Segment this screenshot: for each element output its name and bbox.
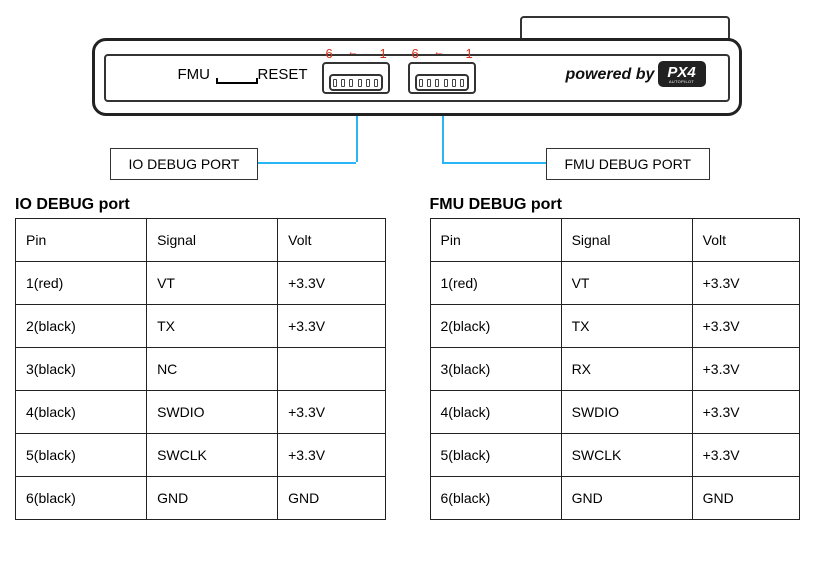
- cell-pin: 6(black): [430, 477, 561, 520]
- cell-volt: +3.3V: [278, 262, 385, 305]
- callout-line-fmu-h: [442, 162, 547, 164]
- table-row: 1(red)VT+3.3V: [430, 262, 800, 305]
- cell-pin: 1(red): [430, 262, 561, 305]
- cell-signal: SWDIO: [561, 391, 692, 434]
- table-row: 6(black)GNDGND: [16, 477, 386, 520]
- cell-volt: +3.3V: [692, 348, 799, 391]
- cell-volt: +3.3V: [692, 262, 799, 305]
- cell-volt: +3.3V: [692, 305, 799, 348]
- cell-pin: 2(black): [16, 305, 147, 348]
- col-pin: Pin: [16, 219, 147, 262]
- conn1-arrow-icon: ←: [348, 46, 359, 58]
- table-row: 5(black)SWCLK+3.3V: [16, 434, 386, 477]
- fmu-debug-table-title: FMU DEBUG port: [430, 196, 801, 214]
- cell-signal: SWCLK: [561, 434, 692, 477]
- cell-signal: GND: [561, 477, 692, 520]
- cell-signal: VT: [147, 262, 278, 305]
- cell-volt: [278, 348, 385, 391]
- cell-signal: TX: [561, 305, 692, 348]
- table-header-row: Pin Signal Volt: [16, 219, 386, 262]
- cell-signal: TX: [147, 305, 278, 348]
- conn2-arrow-icon: ←: [434, 46, 445, 58]
- fmu-debug-table-block: FMU DEBUG port Pin Signal Volt 1(red)VT+…: [430, 196, 801, 520]
- table-row: 3(black)RX+3.3V: [430, 348, 800, 391]
- cell-signal: SWCLK: [147, 434, 278, 477]
- cell-volt: GND: [692, 477, 799, 520]
- col-signal: Signal: [561, 219, 692, 262]
- cell-signal: GND: [147, 477, 278, 520]
- cell-pin: 2(black): [430, 305, 561, 348]
- cell-pin: 6(black): [16, 477, 147, 520]
- cell-signal: NC: [147, 348, 278, 391]
- col-signal: Signal: [147, 219, 278, 262]
- io-debug-table: Pin Signal Volt 1(red)VT+3.3V2(black)TX+…: [15, 218, 386, 520]
- col-pin: Pin: [430, 219, 561, 262]
- io-debug-connector-pins: [329, 74, 383, 91]
- cell-volt: +3.3V: [692, 391, 799, 434]
- cell-volt: +3.3V: [278, 305, 385, 348]
- cell-volt: +3.3V: [692, 434, 799, 477]
- fmu-debug-callout: FMU DEBUG PORT: [546, 148, 711, 180]
- px4-logo: PX4 AUTOPILOT: [658, 61, 706, 87]
- cell-signal: VT: [561, 262, 692, 305]
- board-diagram: FMU RESET 6 ← 1 6 ← 1 powered by PX4 AUT…: [18, 10, 798, 170]
- px4-subtext: AUTOPILOT: [669, 80, 694, 84]
- fmu-debug-table: Pin Signal Volt 1(red)VT+3.3V2(black)TX+…: [430, 218, 801, 520]
- table-row: 3(black)NC: [16, 348, 386, 391]
- table-row: 2(black)TX+3.3V: [16, 305, 386, 348]
- conn2-pin-6-label: 6: [412, 46, 419, 61]
- table-row: 4(black)SWDIO+3.3V: [16, 391, 386, 434]
- table-row: 6(black)GNDGND: [430, 477, 800, 520]
- cell-pin: 4(black): [430, 391, 561, 434]
- cell-pin: 3(black): [430, 348, 561, 391]
- io-debug-table-block: IO DEBUG port Pin Signal Volt 1(red)VT+3…: [15, 196, 386, 520]
- io-debug-callout: IO DEBUG PORT: [110, 148, 259, 180]
- table-header-row: Pin Signal Volt: [430, 219, 800, 262]
- cell-pin: 4(black): [16, 391, 147, 434]
- fmu-label: FMU: [178, 66, 211, 83]
- px4-text: PX4: [667, 65, 695, 80]
- reset-bracket: [216, 78, 258, 84]
- cell-volt: GND: [278, 477, 385, 520]
- callout-line-io-h: [248, 162, 356, 164]
- pinout-tables: IO DEBUG port Pin Signal Volt 1(red)VT+3…: [15, 196, 800, 520]
- cell-pin: 3(black): [16, 348, 147, 391]
- cell-signal: RX: [561, 348, 692, 391]
- cell-pin: 5(black): [16, 434, 147, 477]
- table-row: 1(red)VT+3.3V: [16, 262, 386, 305]
- cell-volt: +3.3V: [278, 434, 385, 477]
- col-volt: Volt: [278, 219, 385, 262]
- cell-volt: +3.3V: [278, 391, 385, 434]
- conn1-pin-6-label: 6: [326, 46, 333, 61]
- reset-label: RESET: [258, 66, 308, 83]
- table-row: 4(black)SWDIO+3.3V: [430, 391, 800, 434]
- conn1-pin-1-label: 1: [380, 46, 387, 61]
- cell-pin: 5(black): [430, 434, 561, 477]
- col-volt: Volt: [692, 219, 799, 262]
- cell-signal: SWDIO: [147, 391, 278, 434]
- table-row: 5(black)SWCLK+3.3V: [430, 434, 800, 477]
- conn2-pin-1-label: 1: [466, 46, 473, 61]
- table-row: 2(black)TX+3.3V: [430, 305, 800, 348]
- fmu-debug-connector-pins: [415, 74, 469, 91]
- io-debug-table-title: IO DEBUG port: [15, 196, 386, 214]
- powered-by-label: powered by: [566, 66, 655, 84]
- cell-pin: 1(red): [16, 262, 147, 305]
